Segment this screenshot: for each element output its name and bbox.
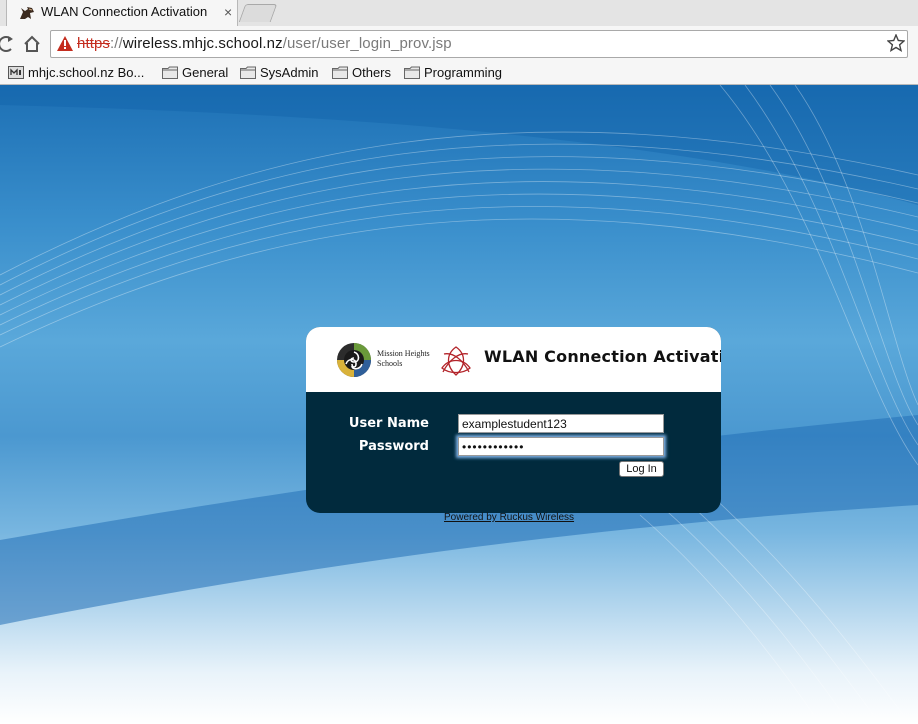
school-logo-icon [337, 343, 371, 377]
warning-triangle-icon[interactable] [57, 36, 73, 51]
bookmark-label: mhjc.school.nz Bo... [28, 65, 145, 80]
browser-toolbar: https://wireless.mhjc.school.nz/user/use… [0, 26, 918, 62]
bookmarks-bar: mhjc.school.nz Bo... General SysAdmin Ot… [0, 62, 918, 85]
tab-title: WLAN Connection Activation [41, 4, 208, 19]
home-icon[interactable] [22, 34, 42, 54]
tab-wlan-activation[interactable]: WLAN Connection Activation × [6, 0, 238, 26]
login-card: Mission Heights Schools WLAN Connection … [306, 327, 721, 513]
bookmark-label: Programming [424, 65, 503, 80]
bookmark-star-icon[interactable] [887, 34, 905, 52]
url-path: /user/user_login_prov.jsp [282, 35, 452, 52]
bookmark-label: Others [352, 65, 392, 80]
password-input[interactable] [458, 437, 664, 456]
folder-icon [240, 66, 256, 79]
celtic-knot-icon [441, 346, 471, 376]
ruckus-dog-icon [20, 7, 34, 19]
tab-strip: WLAN Connection Activation × [0, 0, 918, 26]
url-separator: :// [110, 35, 123, 52]
site-favicon-icon [8, 66, 24, 79]
login-title: WLAN Connection Activation [484, 347, 721, 366]
url-scheme: https [77, 35, 111, 52]
username-input[interactable] [458, 414, 664, 433]
folder-icon [162, 66, 178, 79]
login-button[interactable]: Log In [619, 461, 664, 477]
tab-close-icon[interactable]: × [224, 4, 232, 20]
page-viewport: Mission Heights Schools WLAN Connection … [0, 85, 918, 724]
bookmark-label: General [182, 65, 229, 80]
folder-icon [404, 66, 420, 79]
login-card-header: Mission Heights Schools WLAN Connection … [306, 327, 721, 392]
school-name: Mission Heights Schools [377, 349, 430, 368]
password-label: Password [358, 439, 429, 454]
new-tab-button[interactable] [238, 4, 278, 22]
reload-icon[interactable] [0, 34, 14, 54]
url-host: wireless.mhjc.school.nz [122, 35, 283, 52]
url-text: https://wireless.mhjc.school.nz/user/use… [77, 35, 452, 52]
bookmark-label: SysAdmin [260, 65, 319, 80]
powered-by-link[interactable]: Powered by Ruckus Wireless [444, 512, 574, 523]
address-bar[interactable]: https://wireless.mhjc.school.nz/user/use… [50, 30, 908, 58]
username-label: User Name [348, 416, 429, 431]
folder-icon [332, 66, 348, 79]
